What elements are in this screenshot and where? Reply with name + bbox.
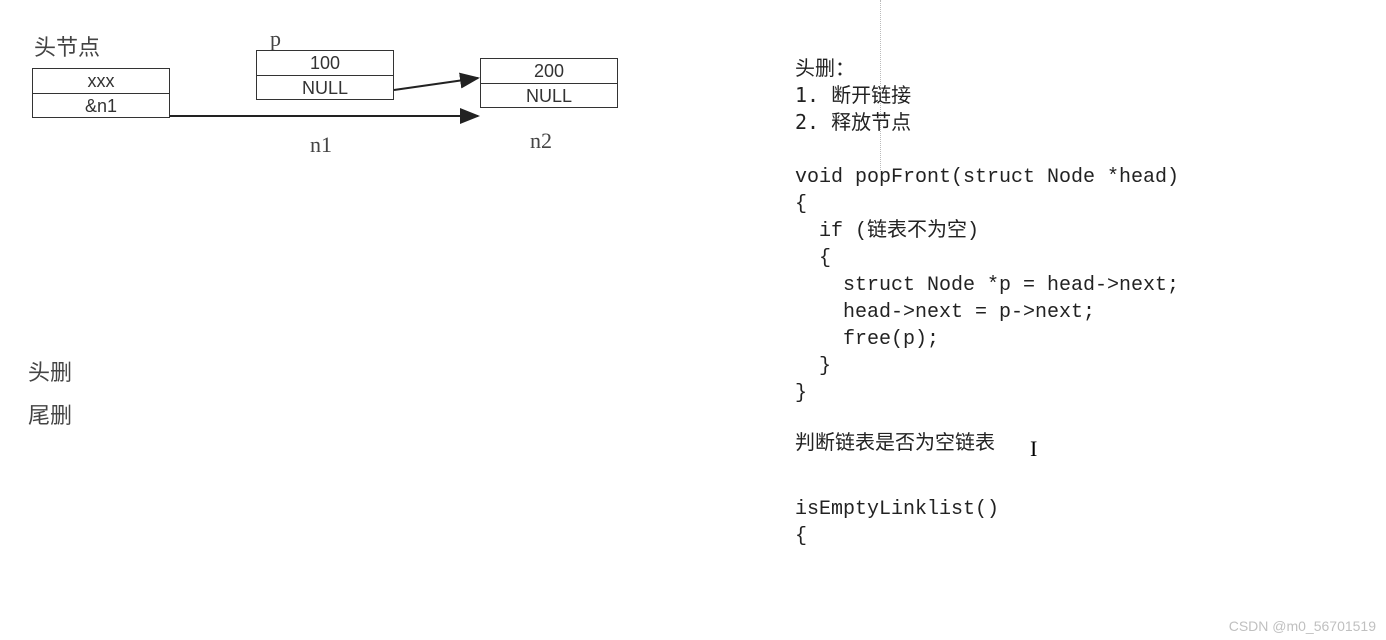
n2-node-box: 200 NULL: [480, 58, 618, 108]
n1-node-next: NULL: [257, 75, 393, 99]
head-delete-text: 头删: [28, 355, 72, 387]
code-line: {: [795, 245, 1365, 272]
fn-line: isEmptyLinklist(): [795, 496, 1365, 523]
head-node-box: xxx &n1: [32, 68, 170, 118]
text-area: 头删： 1. 断开链接 2. 释放节点 void popFront(struct…: [795, 0, 1365, 640]
step-2: 2. 释放节点: [795, 109, 1365, 136]
code-line: }: [795, 380, 1365, 407]
code-line: }: [795, 353, 1365, 380]
code-line: struct Node *p = head->next;: [795, 272, 1365, 299]
n2-node-next: NULL: [481, 83, 617, 107]
code-line: head->next = p->next;: [795, 299, 1365, 326]
code-line: void popFront(struct Node *head): [795, 164, 1365, 191]
n1-label: n1: [310, 132, 332, 158]
title: 头删：: [795, 55, 1365, 82]
fn-line: {: [795, 523, 1365, 550]
head-node-next: &n1: [33, 93, 169, 117]
head-node-data: xxx: [33, 69, 169, 93]
code-line: if (链表不为空): [795, 218, 1365, 245]
p-label: p: [270, 26, 281, 52]
watermark: CSDN @m0_56701519: [1229, 618, 1376, 634]
n1-node-box: 100 NULL: [256, 50, 394, 100]
note: 判断链表是否为空链表: [795, 429, 1365, 456]
head-node-label: 头节点: [34, 30, 100, 62]
code-line: free(p);: [795, 326, 1365, 353]
diagram-area: 头节点 xxx &n1 p 100 NULL n1 200 NULL n2 头删…: [0, 0, 770, 640]
arrows-svg: [0, 0, 770, 250]
tail-delete-text: 尾删: [28, 398, 72, 430]
n2-label: n2: [530, 128, 552, 154]
step-1: 1. 断开链接: [795, 82, 1365, 109]
code-line: {: [795, 191, 1365, 218]
n1-node-data: 100: [257, 51, 393, 75]
text-cursor-icon: I: [1030, 436, 1037, 462]
n2-node-data: 200: [481, 59, 617, 83]
